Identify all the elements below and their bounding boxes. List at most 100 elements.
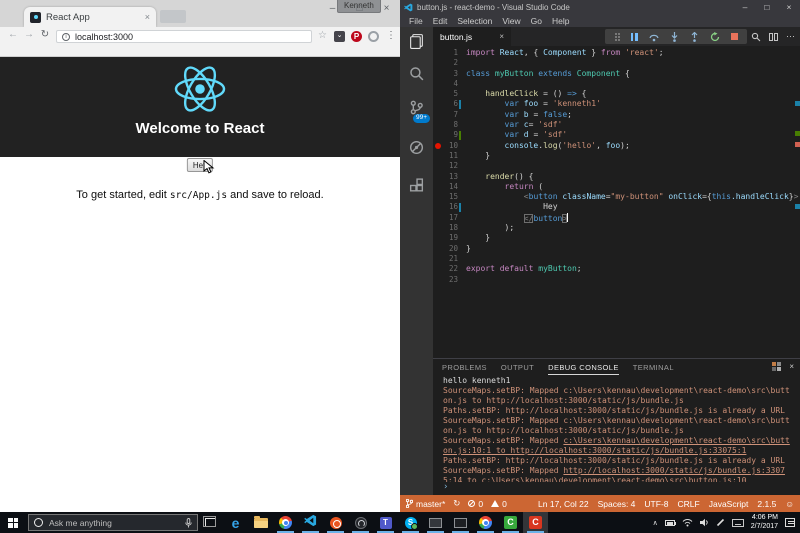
overview-ruler[interactable] <box>795 46 800 358</box>
close-button[interactable]: × <box>778 0 800 14</box>
close-panel-icon[interactable]: × <box>789 362 794 371</box>
breakpoint-gutter[interactable] <box>433 161 443 171</box>
panel-tab-output[interactable]: OUTPUT <box>501 360 534 375</box>
restart-icon[interactable] <box>710 32 720 42</box>
git-branch-item[interactable]: master* <box>406 499 445 509</box>
extensions-icon[interactable] <box>408 177 425 194</box>
maximize-button[interactable]: □ <box>756 0 778 14</box>
page-info-icon[interactable]: i <box>62 33 70 41</box>
breakpoint-gutter[interactable] <box>433 48 443 58</box>
menu-edit[interactable]: Edit <box>428 16 453 26</box>
extension-icon[interactable] <box>368 31 379 42</box>
status-ln-17-col-22[interactable]: Ln 17, Col 22 <box>538 499 589 509</box>
debug-icon[interactable] <box>408 139 425 156</box>
status-spaces-4[interactable]: Spaces: 4 <box>598 499 636 509</box>
maximize-button[interactable]: □ <box>346 0 373 18</box>
breakpoint-gutter[interactable] <box>433 99 443 109</box>
volume-icon[interactable] <box>700 518 709 527</box>
taskbar-app-circle[interactable] <box>348 512 373 533</box>
menu-go[interactable]: Go <box>526 16 547 26</box>
errors-item[interactable]: 0 <box>468 499 483 509</box>
wifi-icon[interactable] <box>682 518 693 527</box>
pen-icon[interactable] <box>716 518 725 527</box>
pause-icon[interactable] <box>631 33 638 41</box>
new-tab-button[interactable] <box>160 10 186 23</box>
status-2-1-5[interactable]: 2.1.5 <box>757 499 776 509</box>
split-editor-icon[interactable] <box>769 33 779 41</box>
taskbar-teams[interactable]: T <box>373 512 398 533</box>
breakpoint-gutter[interactable] <box>433 151 443 161</box>
debug-console-output[interactable]: hello kenneth1SourceMaps.setBP: Mapped c… <box>433 375 800 482</box>
clock[interactable]: 4:06 PM 2/7/2017 <box>751 514 778 531</box>
open-preview-icon[interactable] <box>751 32 761 42</box>
chrome-titlebar[interactable]: React App × Kenneth – □ × <box>0 0 400 27</box>
search-icon[interactable] <box>408 65 425 82</box>
breakpoint-gutter[interactable] <box>433 120 443 130</box>
start-button[interactable] <box>0 512 26 533</box>
stop-icon[interactable] <box>731 33 738 40</box>
tray-expand-icon[interactable]: ∧ <box>653 519 658 527</box>
back-icon[interactable]: ← <box>6 29 20 40</box>
breakpoint-gutter[interactable] <box>433 223 443 233</box>
minimize-button[interactable]: – <box>734 0 756 14</box>
tab-buttonjs[interactable]: button.js × <box>433 27 511 46</box>
panel-tab-terminal[interactable]: TERMINAL <box>633 360 674 375</box>
breakpoint-gutter[interactable] <box>433 202 443 212</box>
sync-icon[interactable]: ↻ <box>453 498 460 509</box>
breakpoint-gutter[interactable] <box>433 141 443 151</box>
feedback-smiley-icon[interactable]: ☺ <box>785 499 794 509</box>
taskbar-skype[interactable]: S <box>398 512 423 533</box>
menu-view[interactable]: View <box>497 16 525 26</box>
taskbar-chrome-2[interactable] <box>473 512 498 533</box>
close-button[interactable]: × <box>373 0 400 18</box>
step-over-icon[interactable] <box>649 32 659 42</box>
drag-grip-icon[interactable] <box>615 33 620 41</box>
step-into-icon[interactable] <box>670 32 679 42</box>
battery-icon[interactable] <box>665 520 675 526</box>
taskbar-camtasia[interactable]: C <box>498 512 523 533</box>
panel-tab-problems[interactable]: PROBLEMS <box>442 360 487 375</box>
taskbar-chrome[interactable] <box>273 512 298 533</box>
breakpoint-gutter[interactable] <box>433 213 443 223</box>
breakpoint-gutter[interactable] <box>433 264 443 274</box>
action-center-icon[interactable] <box>785 518 795 527</box>
breakpoint-gutter[interactable] <box>433 254 443 264</box>
taskbar-file-explorer[interactable] <box>248 512 273 533</box>
code-editor[interactable]: 1import React, { Component } from 'react… <box>433 46 800 358</box>
breakpoint-icon[interactable] <box>435 143 441 149</box>
minimize-button[interactable]: – <box>319 0 346 18</box>
browser-tab[interactable]: React App × <box>24 7 156 27</box>
taskbar-window-thumb-1[interactable] <box>423 512 448 533</box>
pocket-extension-icon[interactable]: ⌄ <box>334 31 345 42</box>
breakpoint-gutter[interactable] <box>433 172 443 182</box>
taskbar-camtasia-recorder[interactable]: C <box>523 512 548 533</box>
url-text[interactable]: localhost:3000 <box>75 32 133 42</box>
taskbar-edge[interactable]: e <box>223 512 248 533</box>
breakpoint-gutter[interactable] <box>433 89 443 99</box>
taskbar-task-view[interactable] <box>198 512 223 533</box>
breakpoint-gutter[interactable] <box>433 233 443 243</box>
breakpoint-gutter[interactable] <box>433 130 443 140</box>
pinterest-extension-icon[interactable]: P <box>351 31 362 42</box>
refresh-icon[interactable]: ↻ <box>38 29 52 40</box>
breakpoint-gutter[interactable] <box>433 192 443 202</box>
taskbar-ubuntu[interactable] <box>323 512 348 533</box>
status-crlf[interactable]: CRLF <box>678 499 700 509</box>
chrome-menu-icon[interactable]: ⋮ <box>386 30 396 41</box>
vscode-titlebar[interactable]: button.js - react-demo - Visual Studio C… <box>400 0 800 14</box>
more-actions-icon[interactable]: ⋯ <box>786 32 795 41</box>
debug-console-input[interactable]: › <box>433 482 800 495</box>
keyboard-icon[interactable] <box>732 519 744 527</box>
breakpoint-gutter[interactable] <box>433 182 443 192</box>
menu-selection[interactable]: Selection <box>452 16 497 26</box>
breakpoint-gutter[interactable] <box>433 79 443 89</box>
breakpoint-gutter[interactable] <box>433 69 443 79</box>
warnings-item[interactable]: 0 <box>491 499 507 509</box>
explorer-icon[interactable] <box>408 33 425 50</box>
microphone-icon[interactable] <box>185 518 192 528</box>
tab-close-icon[interactable]: × <box>145 12 150 22</box>
breakpoint-gutter[interactable] <box>433 58 443 68</box>
address-bar[interactable]: i localhost:3000 <box>56 30 312 43</box>
panel-filter-icon[interactable] <box>772 362 781 371</box>
breakpoint-gutter[interactable] <box>433 275 443 285</box>
